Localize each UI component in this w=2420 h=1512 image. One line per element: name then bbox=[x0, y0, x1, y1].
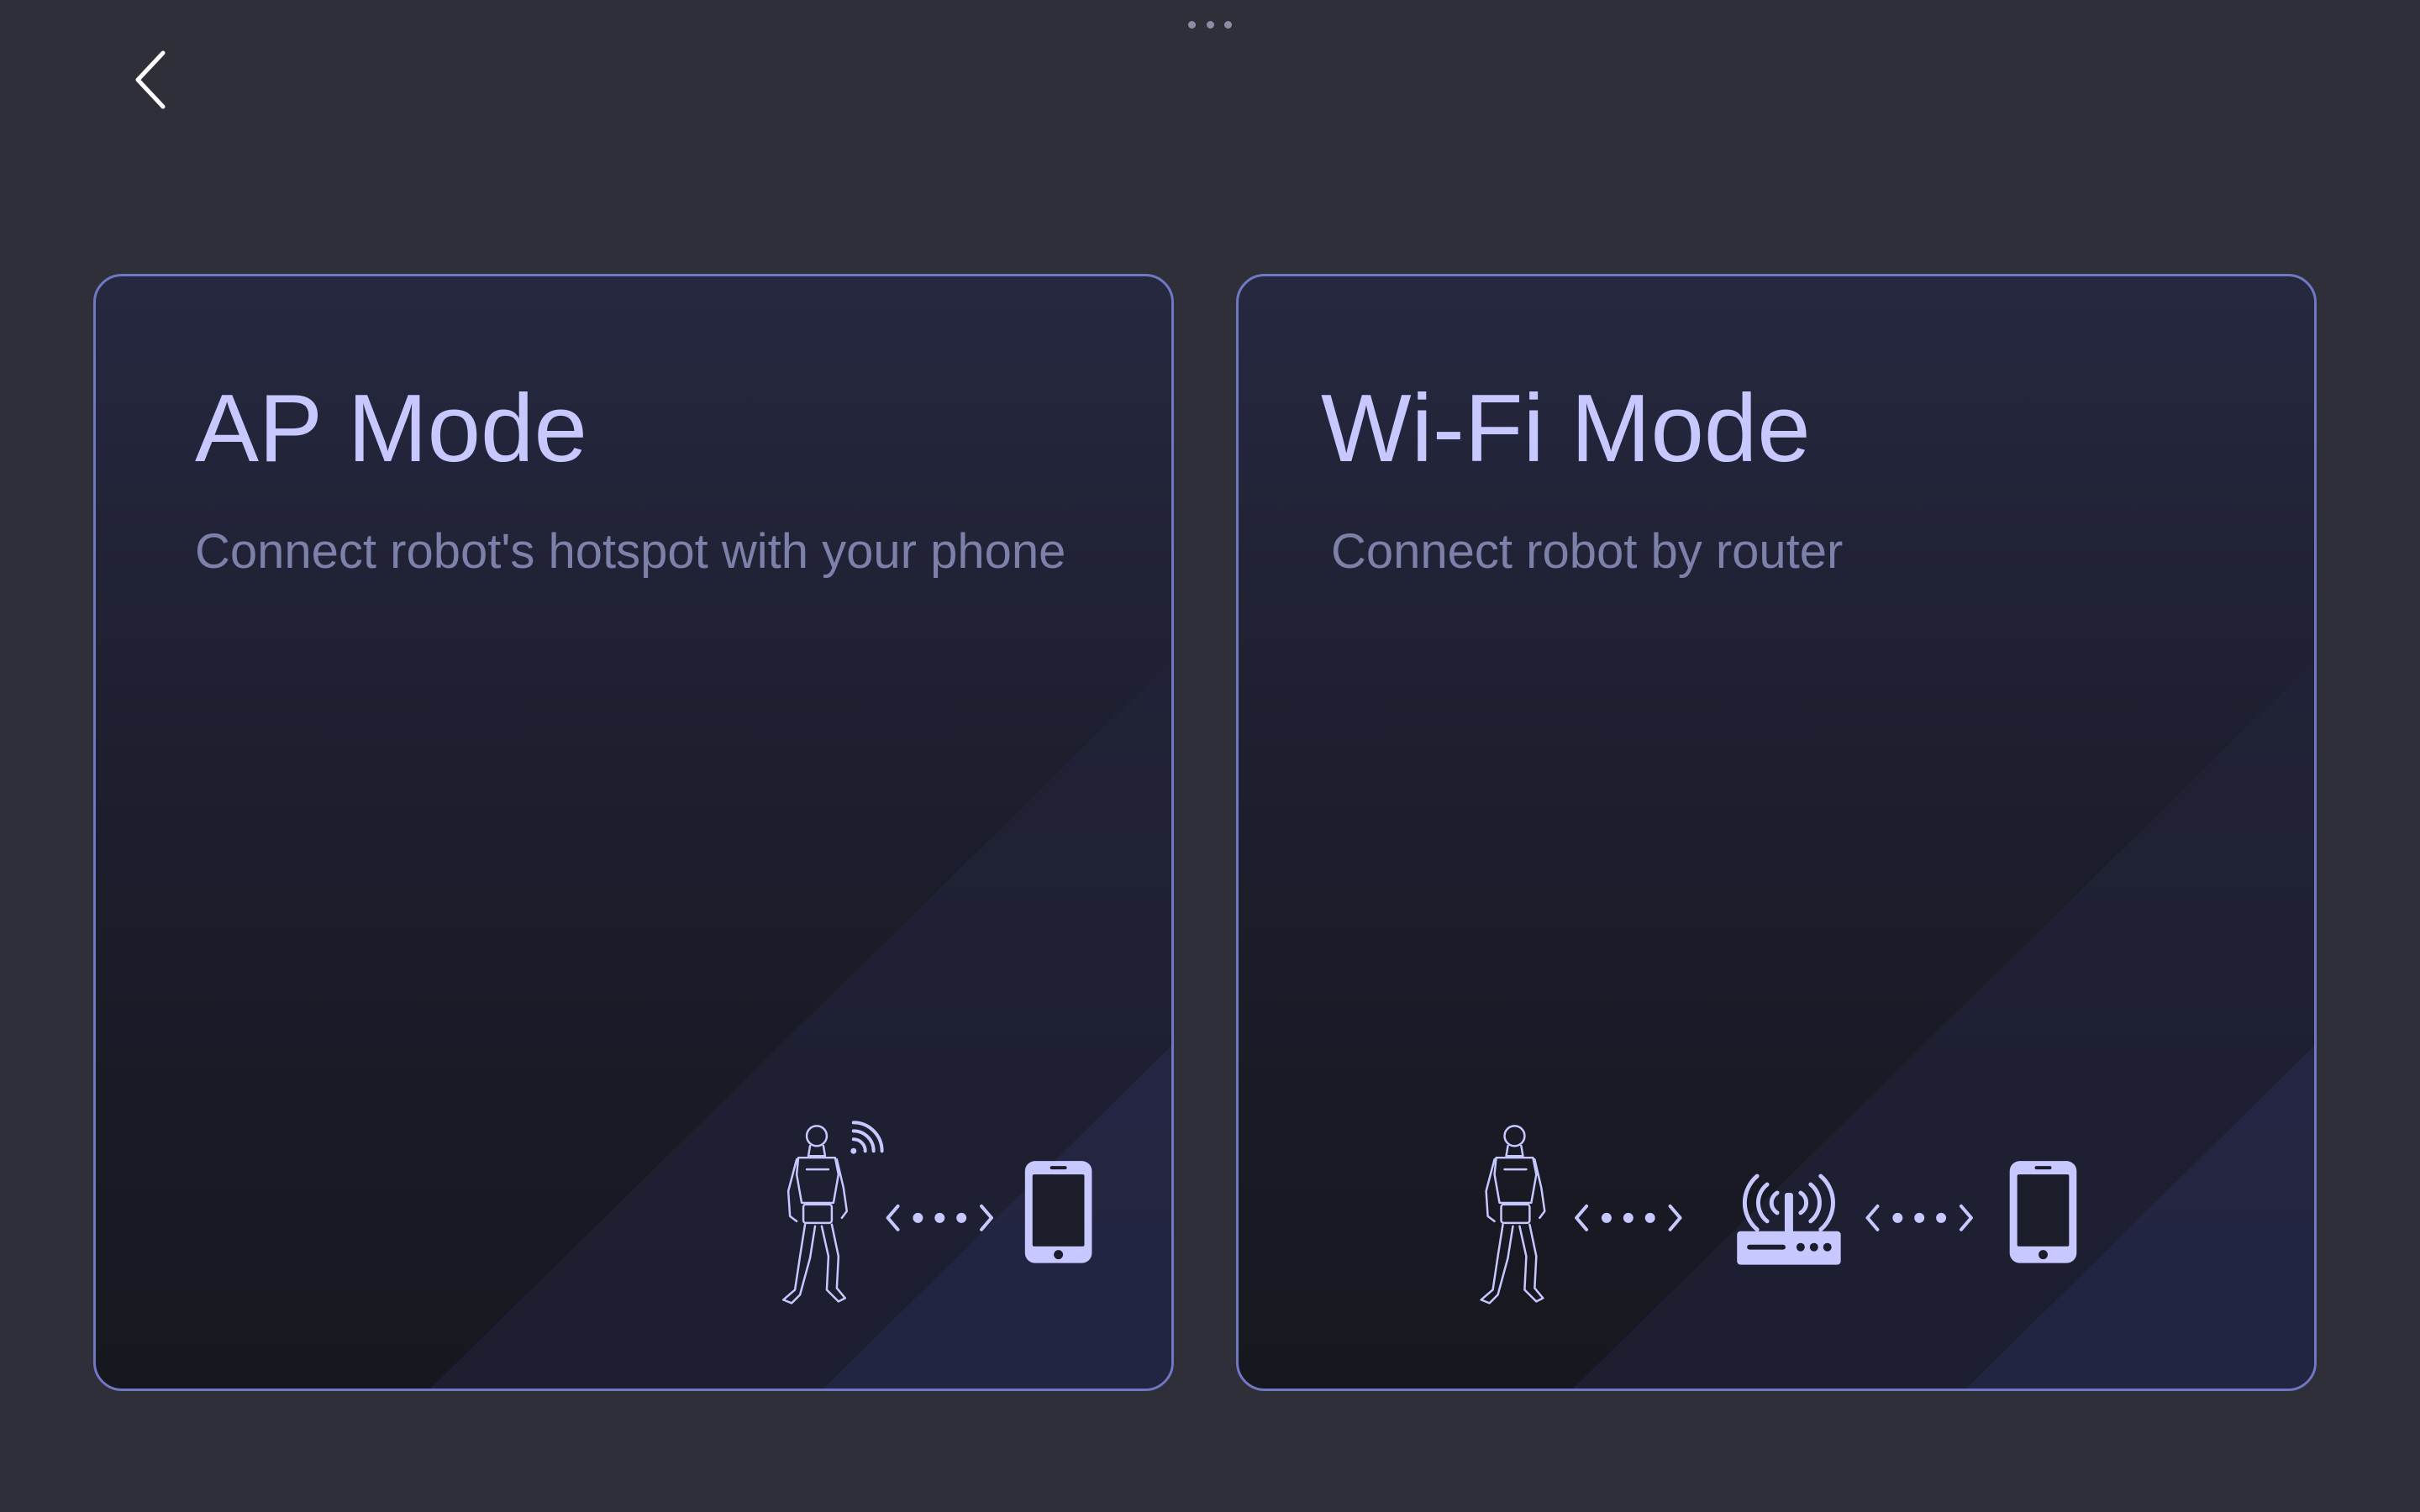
ap-mode-description: Connect robot's hotspot with your phone bbox=[195, 524, 1066, 579]
more-horizontal-icon[interactable] bbox=[1188, 18, 1232, 30]
wifi-mode-card[interactable]: Wi-Fi Mode Connect robot by router bbox=[1236, 274, 2317, 1391]
ap-mode-card[interactable]: AP Mode Connect robot's hotspot with you… bbox=[93, 274, 1174, 1391]
dot bbox=[1206, 20, 1214, 29]
wifi-mode-description: Connect robot by router bbox=[1331, 524, 1844, 579]
ap-mode-title: AP Mode bbox=[195, 375, 587, 482]
dot bbox=[1188, 20, 1196, 29]
wifi-mode-title: Wi-Fi Mode bbox=[1321, 375, 1811, 482]
back-button[interactable] bbox=[118, 42, 185, 118]
chevron-left-icon bbox=[135, 50, 166, 109]
screen: AP Mode Connect robot's hotspot with you… bbox=[0, 0, 2420, 1512]
dot bbox=[1224, 20, 1232, 29]
